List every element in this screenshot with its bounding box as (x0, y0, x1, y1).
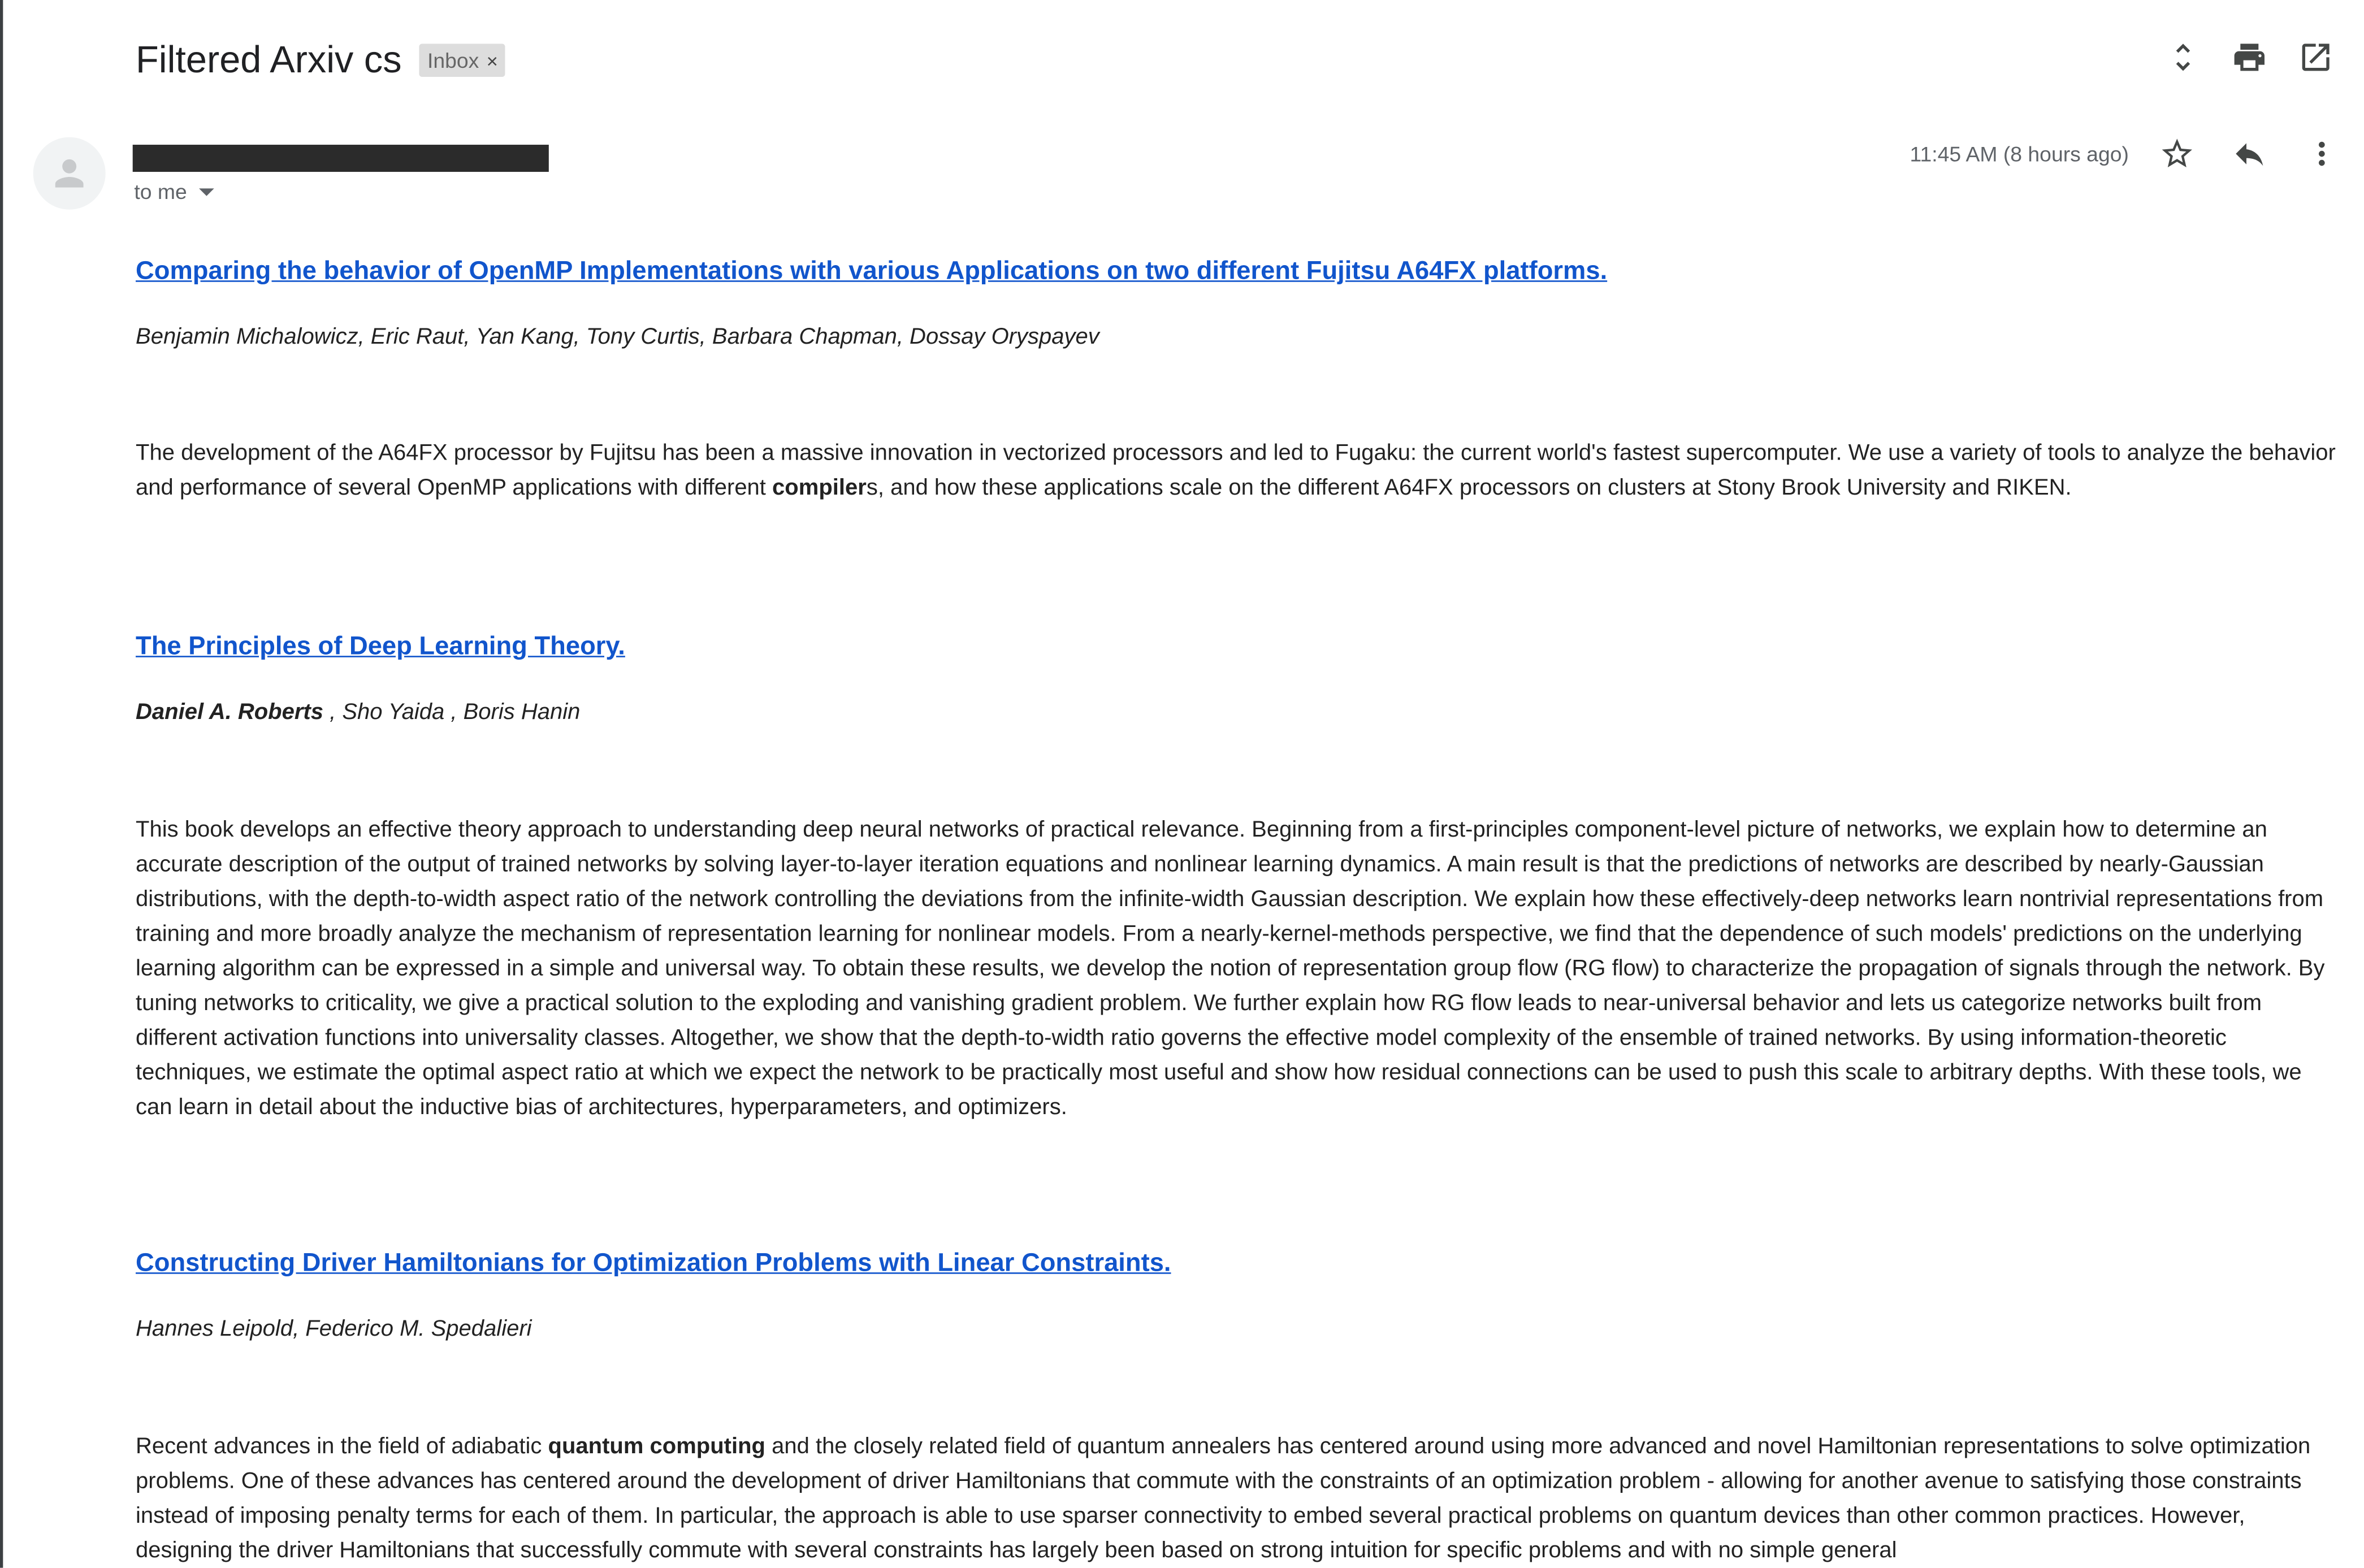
window-edge (0, 0, 3, 1568)
subject-row: Filtered Arxiv cs Inbox × (136, 33, 506, 88)
email-view: Filtered Arxiv cs Inbox × to me 11:45 AM… (0, 0, 2364, 1568)
paper-abstract: The development of the A64FX processor b… (136, 440, 2336, 501)
person-icon (55, 159, 84, 188)
recipient-text: to me (134, 179, 187, 204)
paper-title-link[interactable]: Constructing Driver Hamiltonians for Opt… (136, 1248, 1171, 1278)
sender-avatar[interactable] (33, 137, 106, 210)
print-icon[interactable] (2231, 39, 2267, 75)
reply-icon[interactable] (2231, 136, 2267, 172)
paper-abstract: Recent advances in the field of adiabati… (136, 1433, 2311, 1563)
star-icon[interactable] (2159, 136, 2195, 172)
header-actions (2165, 39, 2334, 75)
paper-title-link[interactable]: The Principles of Deep Learning Theory. (136, 632, 625, 662)
expand-collapse-icon[interactable] (2165, 39, 2201, 75)
paper-abstract: This book develops an effective theory a… (136, 817, 2325, 1120)
email-subject: Filtered Arxiv cs (136, 38, 402, 81)
message-actions (2159, 136, 2340, 172)
paper-authors: Daniel A. Roberts , Sho Yaida , Boris Ha… (136, 699, 581, 725)
message-meta: 11:45 AM (8 hours ago) (1910, 136, 2340, 172)
label-text: Inbox (427, 48, 479, 73)
sender-name-redacted (132, 145, 549, 172)
paper-authors: Benjamin Michalowicz, Eric Raut, Yan Kan… (136, 324, 1099, 350)
open-new-window-icon[interactable] (2298, 39, 2334, 75)
paper-title-link[interactable]: Comparing the behavior of OpenMP Impleme… (136, 256, 1607, 286)
recipient-details-toggle[interactable]: to me (134, 179, 214, 203)
chevron-down-icon (199, 188, 214, 196)
remove-label-icon[interactable]: × (487, 49, 498, 72)
more-vertical-icon[interactable] (2304, 136, 2340, 172)
paper-authors: Hannes Leipold, Federico M. Spedalieri (136, 1316, 532, 1342)
message-timestamp: 11:45 AM (8 hours ago) (1910, 141, 2129, 166)
inbox-label-chip[interactable]: Inbox × (419, 44, 506, 77)
